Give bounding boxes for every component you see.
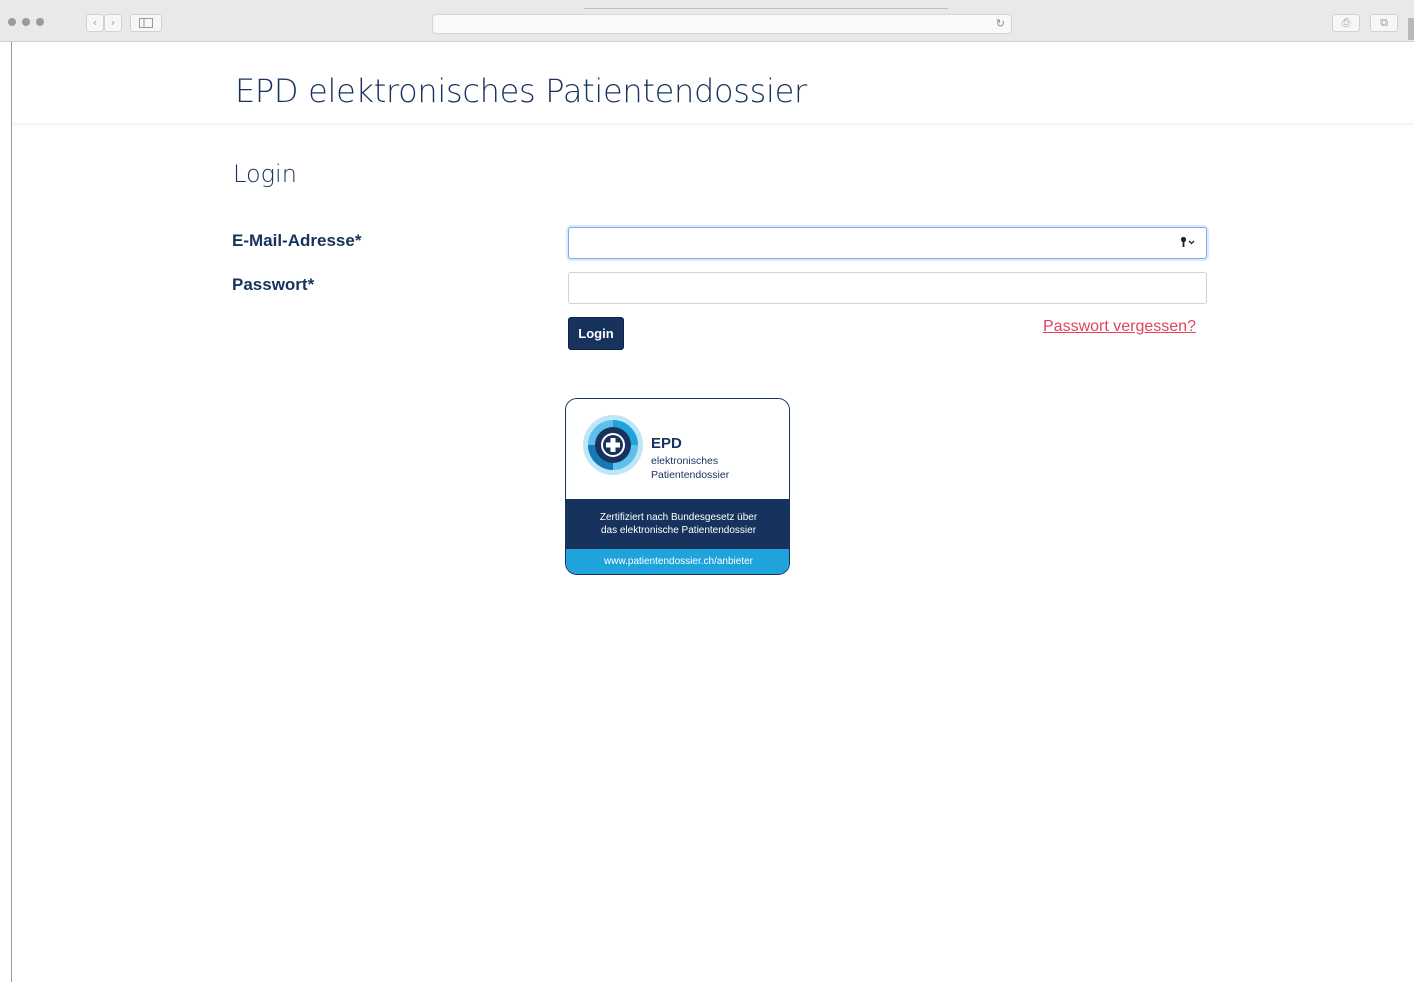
share-icon[interactable]: ⎙	[1332, 14, 1360, 32]
email-field[interactable]	[568, 227, 1207, 259]
login-button[interactable]: Login	[568, 317, 624, 350]
reload-icon[interactable]: ↻	[996, 17, 1005, 31]
badge-header: EPD elektronisches Patientendossier	[566, 399, 789, 499]
badge-certification-text: Zertifiziert nach Bundesgesetz über das …	[566, 499, 789, 549]
sidebar-toggle-icon[interactable]	[130, 14, 162, 32]
page-title: Login	[233, 160, 297, 188]
forward-icon[interactable]: ›	[104, 14, 122, 32]
badge-cert-line1: Zertifiziert nach Bundesgesetz über	[599, 512, 758, 523]
window-edge	[1408, 18, 1414, 40]
badge-name: EPD	[651, 435, 682, 452]
password-manager-key-icon[interactable]	[1180, 236, 1196, 251]
zoom-window-dot[interactable]	[36, 18, 44, 26]
back-icon[interactable]: ‹	[86, 14, 104, 32]
site-title: EPD elektronisches Patientendossier	[235, 72, 807, 110]
badge-subtitle-line2: Patientendossier	[651, 469, 730, 481]
badge-subtitle-line1: elektronisches	[651, 455, 719, 467]
close-window-dot[interactable]	[8, 18, 16, 26]
tabs-overview-icon[interactable]: ⧉	[1370, 14, 1398, 32]
badge-url: www.patientendossier.ch/anbieter	[566, 549, 789, 574]
password-label: Passwort*	[232, 275, 315, 294]
tab-indicator	[584, 8, 948, 9]
minimize-window-dot[interactable]	[22, 18, 30, 26]
epd-logo-icon	[583, 415, 643, 475]
forgot-password-link[interactable]: Passwort vergessen?	[1043, 318, 1196, 336]
email-label: E-Mail-Adresse*	[232, 231, 362, 250]
window-border	[11, 42, 12, 982]
epd-certification-badge: EPD elektronisches Patientendossier Zert…	[565, 398, 790, 575]
browser-toolbar: ‹ › ↻ ⎙ ⧉	[0, 0, 1414, 42]
address-bar[interactable]: ↻	[432, 14, 1012, 34]
badge-cert-line2: das elektronische Patientendossier	[600, 525, 757, 536]
password-field[interactable]	[568, 272, 1207, 304]
